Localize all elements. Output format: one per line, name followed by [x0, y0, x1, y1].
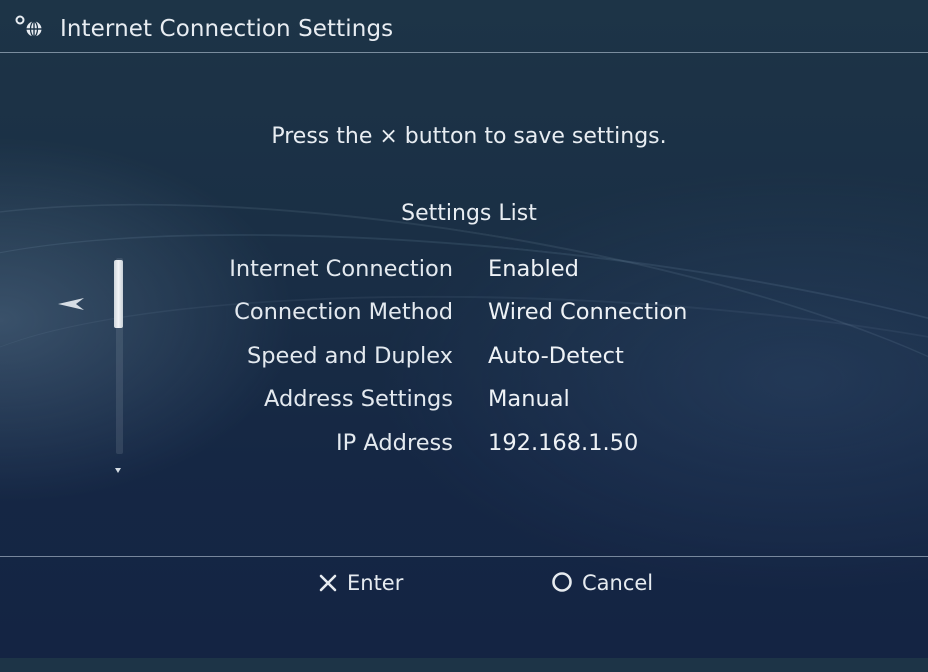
- setting-label: Internet Connection: [229, 256, 453, 282]
- setting-value: Enabled: [488, 256, 579, 282]
- setting-value: 192.168.1.50: [488, 430, 639, 456]
- settings-row[interactable]: Connection Method Wired Connection: [0, 291, 928, 335]
- setting-value: Wired Connection: [488, 299, 688, 325]
- cross-button-icon: [319, 574, 337, 592]
- circle-button-icon: [552, 572, 572, 592]
- setting-label: Connection Method: [234, 299, 453, 325]
- settings-row[interactable]: Internet Connection Enabled: [0, 248, 928, 292]
- setting-label: Speed and Duplex: [246, 343, 453, 369]
- settings-list-title: Settings List: [401, 201, 537, 226]
- setting-label: Address Settings: [263, 386, 453, 412]
- network-settings-icon: [14, 15, 48, 39]
- setting-value: Manual: [488, 386, 570, 412]
- settings-row[interactable]: Address Settings Manual: [0, 378, 928, 422]
- setting-value: Auto-Detect: [488, 343, 624, 369]
- page-title: Internet Connection Settings: [60, 16, 394, 42]
- enter-button[interactable]: Enter: [318, 571, 403, 595]
- instruction-text: Press the × button to save settings.: [271, 124, 667, 149]
- button-hint-bar: Enter Cancel: [0, 556, 928, 659]
- cancel-button[interactable]: Cancel: [551, 571, 653, 595]
- cancel-label: Cancel: [582, 571, 654, 595]
- title-bar: Internet Connection Settings: [0, 0, 928, 53]
- setting-label: IP Address: [336, 430, 453, 456]
- enter-label: Enter: [347, 571, 404, 595]
- settings-row[interactable]: IP Address 192.168.1.50: [0, 422, 928, 466]
- settings-row[interactable]: Speed and Duplex Auto-Detect: [0, 335, 928, 379]
